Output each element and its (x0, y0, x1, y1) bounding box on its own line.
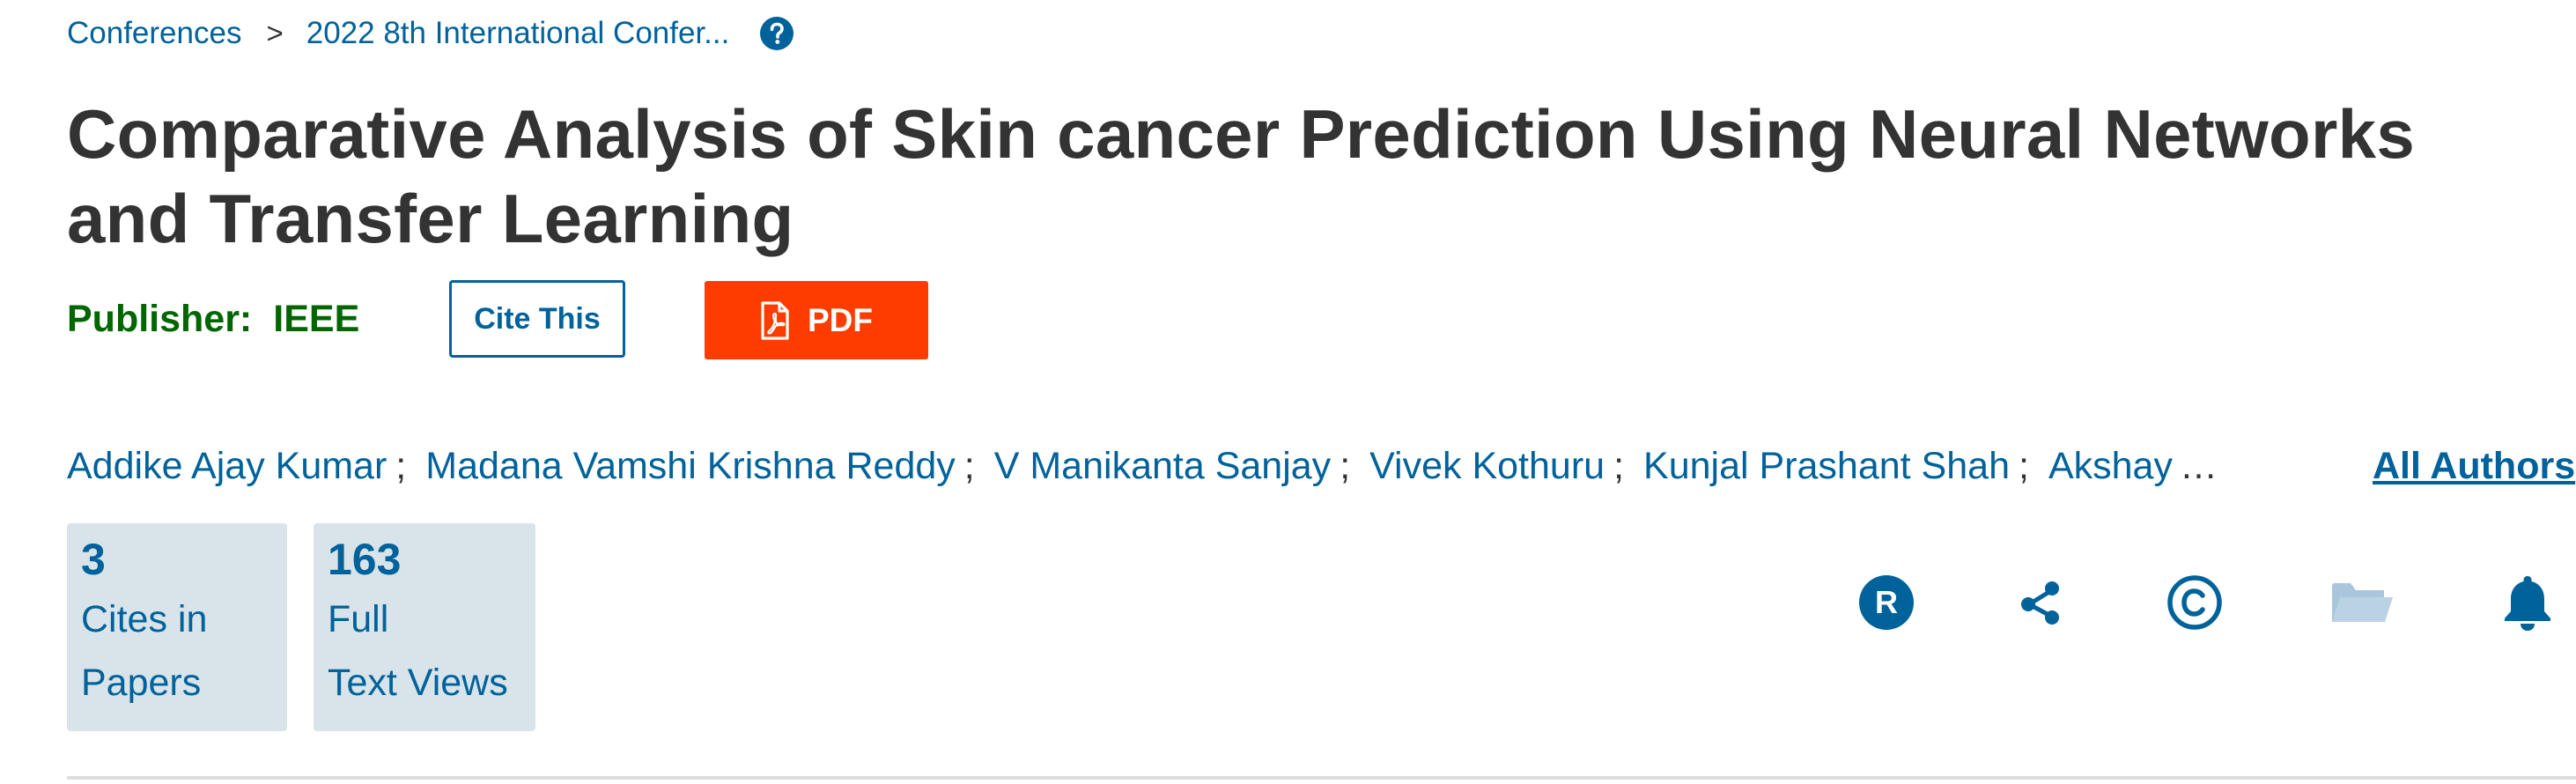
pdf-button-label: PDF (808, 301, 873, 338)
author-link[interactable]: Madana Vamshi Krishna Reddy (425, 445, 956, 488)
publisher-name: IEEE (273, 298, 360, 340)
metric-full-text-views[interactable]: 163 Full Text Views (314, 523, 535, 731)
svg-text:R: R (1875, 584, 1898, 620)
section-divider (67, 776, 2576, 780)
author-link[interactable]: Addike Ajay Kumar (67, 445, 387, 488)
metric-label-line1: Cites in (81, 598, 208, 640)
metric-cites-in-papers[interactable]: 3 Cites in Papers (67, 523, 287, 731)
author-separator: ; (395, 444, 407, 487)
publisher: Publisher: IEEE (67, 298, 359, 341)
folder-icon[interactable] (2329, 573, 2395, 632)
author-link[interactable]: V Manikanta Sanjay (994, 445, 1331, 488)
share-icon[interactable] (2011, 573, 2071, 632)
author-link[interactable]: Vivek Kothuru (1369, 445, 1605, 488)
publisher-label: Publisher: (67, 298, 253, 340)
metric-value: 3 (81, 535, 106, 584)
breadcrumb-separator: > (266, 17, 284, 49)
metric-label-line1: Full (328, 598, 389, 640)
author-overflow-ellipsis: … (2179, 444, 2218, 487)
author-link[interactable]: Akshay (2048, 445, 2173, 488)
metric-value: 163 (328, 535, 402, 584)
help-icon[interactable] (759, 16, 794, 51)
pdf-button[interactable]: PDF (705, 281, 928, 359)
breadcrumb-conference[interactable]: 2022 8th International Confer... (306, 16, 730, 51)
rights-r-icon[interactable]: R (1856, 573, 1916, 632)
metric-label-line2: Text Views (328, 662, 508, 704)
breadcrumb: Conferences > 2022 8th International Con… (67, 12, 794, 55)
all-authors-link[interactable]: All Authors (2373, 439, 2575, 493)
document-page: Conferences > 2022 8th International Con… (0, 0, 2576, 784)
metric-label-line2: Papers (81, 662, 202, 704)
author-link[interactable]: Kunjal Prashant Shah (1643, 445, 2010, 488)
bell-icon[interactable] (2494, 573, 2561, 632)
author-separator: ; (1613, 444, 1625, 487)
author-separator: ; (2019, 444, 2029, 487)
cite-this-button[interactable]: Cite This (449, 280, 625, 358)
author-separator: ; (1340, 444, 1351, 487)
breadcrumb-conferences[interactable]: Conferences (67, 16, 241, 51)
pdf-file-icon (760, 300, 790, 340)
author-separator: ; (963, 444, 975, 487)
author-list: Addike Ajay Kumar ; Madana Vamshi Krishn… (67, 439, 2218, 493)
copyright-icon[interactable] (2165, 573, 2225, 632)
document-title: Comparative Analysis of Skin cancer Pred… (67, 95, 2416, 257)
